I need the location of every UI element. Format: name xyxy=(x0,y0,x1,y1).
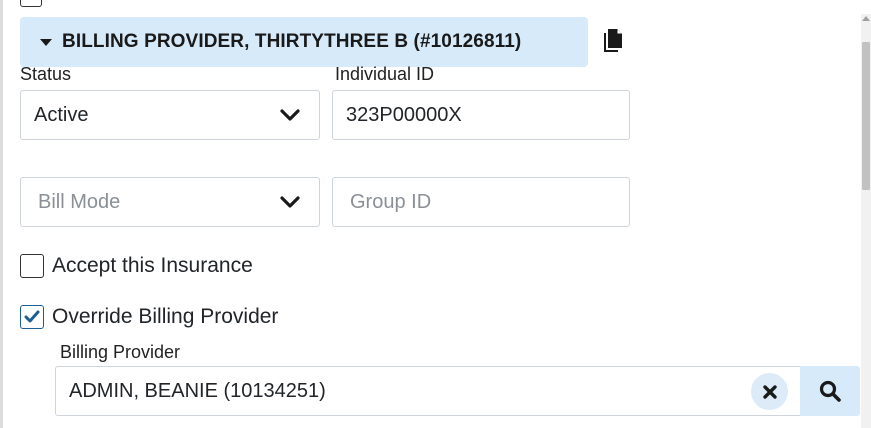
status-select[interactable]: Active xyxy=(20,90,320,140)
close-icon xyxy=(762,384,777,399)
accept-insurance-row[interactable]: Accept this Insurance xyxy=(20,254,253,278)
chevron-down-icon xyxy=(280,109,300,121)
section-title: BILLING PROVIDER, THIRTYTHREE B (#101268… xyxy=(62,31,522,52)
status-label: Status xyxy=(20,64,72,84)
accept-insurance-label: Accept this Insurance xyxy=(52,254,253,277)
scroll-thumb[interactable] xyxy=(862,42,870,190)
group-id-input[interactable]: Group ID xyxy=(332,177,630,227)
billing-provider-label: Billing Provider xyxy=(60,342,181,362)
search-button[interactable] xyxy=(800,366,860,416)
group-id-placeholder: Group ID xyxy=(350,190,432,213)
search-icon xyxy=(819,380,841,402)
vertical-scrollbar[interactable] xyxy=(861,14,871,428)
partial-checkbox-row xyxy=(20,0,42,7)
billing-provider-section-header[interactable]: BILLING PROVIDER, THIRTYTHREE B (#101268… xyxy=(20,17,588,67)
bill-mode-select[interactable]: Bill Mode xyxy=(20,177,320,227)
override-billing-checkbox[interactable] xyxy=(20,305,44,329)
individual-id-label: Individual ID xyxy=(335,64,435,84)
status-value: Active xyxy=(34,103,89,126)
copy-icon[interactable] xyxy=(602,28,624,54)
individual-id-input[interactable]: 323P00000X xyxy=(332,90,630,140)
checkmark-icon xyxy=(24,310,40,323)
scroll-up-arrow-icon[interactable] xyxy=(862,16,870,21)
billing-provider-input[interactable]: ADMIN, BEANIE (10134251) xyxy=(55,366,800,416)
chevron-down-icon xyxy=(280,196,300,208)
caret-down-icon xyxy=(40,39,52,46)
billing-provider-value: ADMIN, BEANIE (10134251) xyxy=(69,379,326,402)
override-billing-label: Override Billing Provider xyxy=(52,305,279,328)
partial-checkbox[interactable] xyxy=(20,0,42,7)
bill-mode-placeholder: Bill Mode xyxy=(38,190,121,213)
clear-button[interactable] xyxy=(751,373,788,410)
individual-id-value: 323P00000X xyxy=(346,103,462,126)
accept-insurance-checkbox[interactable] xyxy=(20,254,44,278)
left-border xyxy=(0,0,3,428)
override-billing-row[interactable]: Override Billing Provider xyxy=(20,305,278,329)
